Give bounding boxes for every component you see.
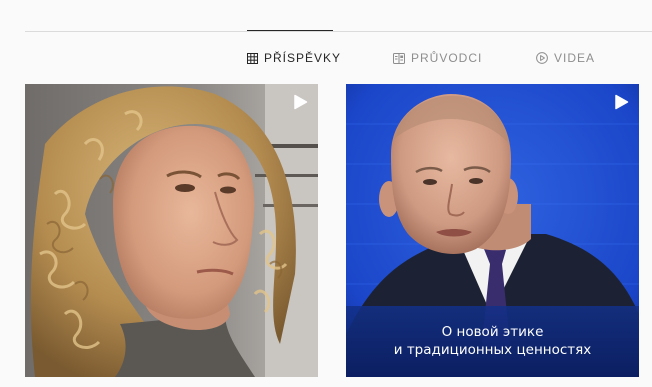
tab-guides[interactable]: PRŮVODCI	[393, 50, 482, 66]
post-thumbnail-2[interactable]: О новой этике и традиционных ценностях	[346, 84, 639, 377]
video-caption: О новой этике и традиционных ценностях	[346, 323, 639, 359]
caption-line-2: и традиционных ценностях	[393, 342, 592, 358]
active-tab-indicator	[247, 30, 333, 31]
tab-videos-label: VIDEA	[554, 51, 596, 65]
grid-icon	[247, 52, 258, 64]
post-thumbnail-1[interactable]	[25, 84, 318, 377]
play-circle-icon	[536, 52, 548, 64]
video-play-icon	[294, 94, 308, 110]
tab-guides-label: PRŮVODCI	[411, 51, 483, 65]
caption-line-1: О новой этике	[441, 324, 544, 340]
profile-tabs-divider	[25, 31, 652, 32]
guide-icon	[393, 52, 405, 64]
tab-posts-label: PŘÍSPĚVKY	[264, 51, 342, 65]
video-play-icon	[615, 94, 629, 110]
tab-videos[interactable]: VIDEA	[536, 50, 595, 66]
tab-posts[interactable]: PŘÍSPĚVKY	[247, 50, 341, 66]
post-photo-woman	[25, 84, 318, 377]
